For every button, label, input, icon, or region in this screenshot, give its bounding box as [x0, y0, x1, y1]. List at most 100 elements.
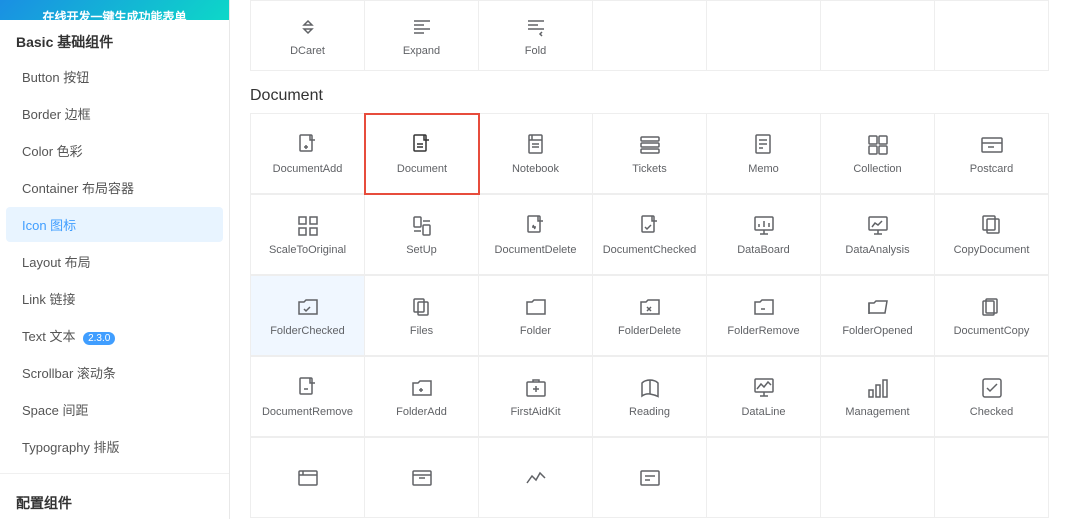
folderremove-label: FolderRemove: [727, 325, 799, 337]
data-line-icon: [752, 376, 776, 400]
icon-cell-management[interactable]: Management: [821, 357, 935, 437]
document-row-2: ScaleToOriginal SetUp DocumentDelete Doc…: [250, 194, 1049, 275]
tickets-label: Tickets: [632, 163, 666, 175]
collection-icon: [866, 133, 890, 157]
config-section-title: 配置组件: [0, 481, 229, 519]
icon-row5-3: [638, 466, 662, 490]
notebook-icon: [524, 133, 548, 157]
sidebar: 在线开发一键生成功能表单 立即体验 Basic 基础组件 Button 按钮 B…: [0, 0, 230, 519]
icon-cell-reading[interactable]: Reading: [593, 357, 707, 437]
icon-cell-document[interactable]: Document: [364, 113, 480, 195]
empty-row5-6: [935, 438, 1049, 518]
sidebar-item-link[interactable]: Link 链接: [6, 281, 223, 316]
sidebar-item-typography[interactable]: Typography 排版: [6, 429, 223, 464]
basic-section-title: Basic 基础组件: [0, 20, 229, 58]
scale-to-original-icon: [296, 214, 320, 238]
icon-cell-files[interactable]: Files: [365, 276, 479, 356]
files-label: Files: [410, 325, 433, 337]
document-checked-icon: [638, 214, 662, 238]
icon-cell-scaletooriginal[interactable]: ScaleToOriginal: [251, 195, 365, 275]
icon-cell-tickets[interactable]: Tickets: [593, 114, 707, 194]
icon-cell-folderchecked[interactable]: FolderChecked: [251, 276, 365, 356]
icon-cell-firstaidkit[interactable]: FirstAidKit: [479, 357, 593, 437]
icon-cell-folderadd[interactable]: FolderAdd: [365, 357, 479, 437]
documentdelete-label: DocumentDelete: [495, 244, 577, 256]
icon-cell-folderopened[interactable]: FolderOpened: [821, 276, 935, 356]
document-row-1: DocumentAdd Document Notebook Tickets Me…: [250, 113, 1049, 194]
sidebar-item-button[interactable]: Button 按钮: [6, 59, 223, 94]
documentadd-label: DocumentAdd: [273, 163, 343, 175]
icon-cell-databoard[interactable]: DataBoard: [707, 195, 821, 275]
copy-document-icon: [980, 214, 1004, 238]
icon-cell-folder[interactable]: Folder: [479, 276, 593, 356]
icon-cell-collection[interactable]: Collection: [821, 114, 935, 194]
checked-icon: [980, 376, 1004, 400]
icon-row5-2: [524, 466, 548, 490]
icon-cell-fold[interactable]: Fold: [479, 1, 593, 71]
reading-label: Reading: [629, 406, 670, 418]
empty-cell-2: [707, 1, 821, 71]
folderdelete-label: FolderDelete: [618, 325, 681, 337]
folder-add-icon: [410, 376, 434, 400]
sidebar-item-space[interactable]: Space 间距: [6, 392, 223, 427]
setup-icon: [410, 214, 434, 238]
document-copy-icon: [980, 295, 1004, 319]
icon-cell-notebook[interactable]: Notebook: [479, 114, 593, 194]
icon-cell-row5-1[interactable]: [365, 438, 479, 518]
folder-icon: [524, 295, 548, 319]
icon-cell-documentcopy[interactable]: DocumentCopy: [935, 276, 1049, 356]
folderopened-label: FolderOpened: [842, 325, 912, 337]
sidebar-banner: 在线开发一键生成功能表单 立即体验: [0, 0, 229, 20]
icon-cell-row5-3[interactable]: [593, 438, 707, 518]
icon-cell-setup[interactable]: SetUp: [365, 195, 479, 275]
fold-label: Fold: [525, 45, 546, 57]
icon-cell-memo[interactable]: Memo: [707, 114, 821, 194]
folder-label: Folder: [520, 325, 551, 337]
files-icon: [410, 295, 434, 319]
memo-label: Memo: [748, 163, 779, 175]
collection-label: Collection: [853, 163, 901, 175]
sidebar-item-layout[interactable]: Layout 布局: [6, 244, 223, 279]
scaletooriginal-label: ScaleToOriginal: [269, 244, 346, 256]
icon-cell-folderremove[interactable]: FolderRemove: [707, 276, 821, 356]
sidebar-item-border[interactable]: Border 边框: [6, 96, 223, 131]
sidebar-item-color[interactable]: Color 色彩: [6, 133, 223, 168]
icon-cell-dataanalysis[interactable]: DataAnalysis: [821, 195, 935, 275]
icon-cell-row5-0[interactable]: [251, 438, 365, 518]
icon-cell-checked[interactable]: Checked: [935, 357, 1049, 437]
icon-cell-copydocument[interactable]: CopyDocument: [935, 195, 1049, 275]
icon-cell-documentdelete[interactable]: DocumentDelete: [479, 195, 593, 275]
icon-cell-expand[interactable]: Expand: [365, 1, 479, 71]
document-label: Document: [397, 163, 447, 175]
text-version-badge: 2.3.0: [83, 332, 115, 345]
icon-cell-dcaret[interactable]: DCaret: [251, 1, 365, 71]
icon-cell-documentremove[interactable]: DocumentRemove: [251, 357, 365, 437]
documentcopy-label: DocumentCopy: [954, 325, 1030, 337]
checked-label: Checked: [970, 406, 1013, 418]
icon-cell-folderdelete[interactable]: FolderDelete: [593, 276, 707, 356]
documentchecked-label: DocumentChecked: [603, 244, 697, 256]
document-delete-icon: [524, 214, 548, 238]
sidebar-item-scrollbar[interactable]: Scrollbar 滚动条: [6, 355, 223, 390]
document-icon: [410, 133, 434, 157]
icon-cell-documentchecked[interactable]: DocumentChecked: [593, 195, 707, 275]
sidebar-item-text[interactable]: Text 文本 2.3.0: [6, 318, 223, 353]
icon-cell-postcard[interactable]: Postcard: [935, 114, 1049, 194]
empty-row5-5: [821, 438, 935, 518]
sidebar-item-container[interactable]: Container 布局容器: [6, 170, 223, 205]
folder-checked-icon: [296, 295, 320, 319]
memo-icon: [752, 133, 776, 157]
main-content: DCaret Expand Fold Document DocumentAd: [230, 0, 1069, 519]
icon-cell-documentadd[interactable]: DocumentAdd: [251, 114, 365, 194]
icon-cell-row5-2[interactable]: [479, 438, 593, 518]
icon-cell-dataline[interactable]: DataLine: [707, 357, 821, 437]
empty-cell-3: [821, 1, 935, 71]
sidebar-item-icon[interactable]: Icon 图标: [6, 207, 223, 242]
expand-icon: [410, 15, 434, 39]
fold-icon: [524, 15, 548, 39]
reading-icon: [638, 376, 662, 400]
empty-cell-4: [935, 1, 1049, 71]
postcard-label: Postcard: [970, 163, 1013, 175]
dataanalysis-label: DataAnalysis: [845, 244, 909, 256]
tickets-icon: [638, 133, 662, 157]
